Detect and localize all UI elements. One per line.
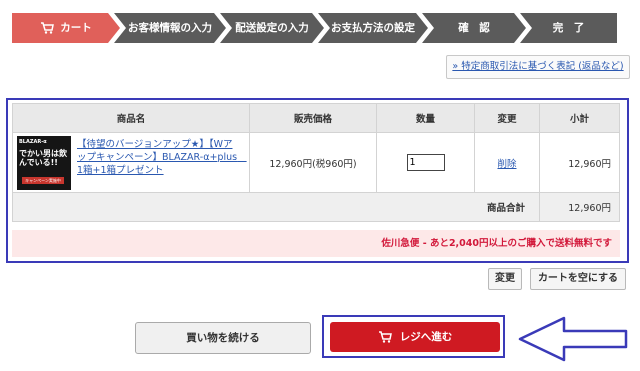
step-confirm: 確 認 [422, 13, 526, 43]
product-subtotal: 12,960円 [539, 132, 620, 193]
notice-box: » 特定商取引法に基づく表記 (返品など) [446, 55, 630, 79]
quantity-cell [376, 132, 475, 193]
change-cell: 削除 [474, 132, 540, 193]
total-value: 12,960円 [539, 192, 620, 222]
table-row: BLAZAR-α でかい男は飲んでいる!! キャンペーン実施中 【待望のバージョ… [12, 132, 620, 193]
total-row: 商品合計 12,960円 [12, 192, 620, 222]
thumbnail-caption: でかい男は飲んでいる!! [19, 148, 67, 167]
quantity-input[interactable] [406, 154, 445, 171]
step-customer-info: お客様情報の入力 [114, 13, 226, 43]
free-shipping-message: 佐川急便 - あと2,040円以上のご購入で送料無料です [12, 230, 620, 257]
step-delivery: 配送設定の入力 [220, 13, 324, 43]
product-cell: BLAZAR-α でかい男は飲んでいる!! キャンペーン実施中 【待望のバージョ… [12, 132, 250, 193]
table-header-row: 商品名 販売価格 数量 変更 小計 [12, 103, 620, 133]
thumbnail-banner: キャンペーン実施中 [22, 176, 64, 184]
checkout-button[interactable]: レジへ進む [330, 322, 500, 352]
step-complete: 完 了 [520, 13, 617, 43]
header-subtotal: 小計 [539, 103, 620, 133]
step-label: 確 認 [458, 22, 490, 34]
header-price: 販売価格 [249, 103, 377, 133]
thumbnail-brand: BLAZAR-α [19, 138, 47, 145]
product-price: 12,960円(税960円) [249, 132, 377, 193]
step-label: お客様情報の入力 [128, 22, 212, 34]
step-label: カート [60, 22, 92, 34]
cart-table: 商品名 販売価格 数量 変更 小計 BLAZAR-α でかい男は飲んでいる!! … [12, 103, 620, 222]
continue-shopping-button[interactable]: 買い物を続ける [135, 322, 311, 354]
header-change: 変更 [474, 103, 540, 133]
delete-link[interactable]: 削除 [497, 159, 516, 170]
cart-icon [378, 331, 392, 343]
total-label: 商品合計 [12, 192, 540, 222]
step-label: お支払方法の設定 [331, 22, 415, 34]
step-payment: お支払方法の設定 [318, 13, 428, 43]
checkout-label: レジへ進む [399, 331, 453, 343]
empty-cart-button[interactable]: カートを空にする [530, 268, 626, 290]
left-arrow-icon [518, 316, 628, 362]
update-button[interactable]: 変更 [488, 268, 522, 290]
header-name: 商品名 [12, 103, 250, 133]
step-label: 配送設定の入力 [235, 22, 309, 34]
step-cart: カート [12, 13, 120, 43]
header-quantity: 数量 [376, 103, 475, 133]
step-label: 完 了 [552, 22, 585, 34]
commerce-law-link[interactable]: » 特定商取引法に基づく表記 (返品など) [452, 61, 623, 72]
checkout-steps: カート お客様情報の入力 配送設定の入力 お支払方法の設定 確 認 完 了 [12, 13, 617, 43]
cart-icon [40, 22, 54, 34]
product-thumbnail[interactable]: BLAZAR-α でかい男は飲んでいる!! キャンペーン実施中 [17, 135, 71, 190]
